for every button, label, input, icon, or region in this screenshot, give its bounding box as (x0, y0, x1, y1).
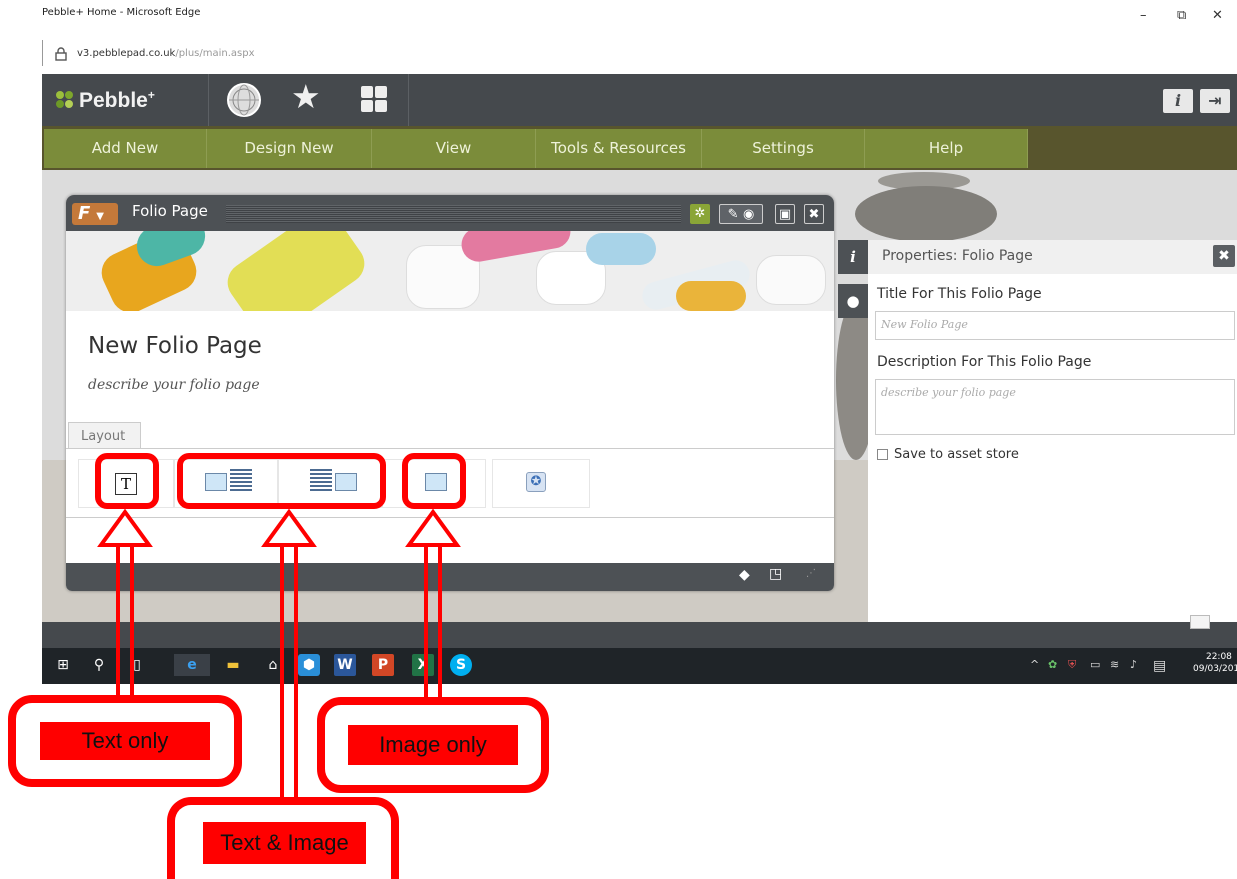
arrowhead-text-and-image (261, 508, 317, 547)
arrow-text-and-image (280, 535, 298, 825)
arrowhead-image-only (405, 508, 461, 547)
arrow-text-only (116, 535, 134, 715)
label-text-only: Text only (40, 722, 210, 760)
label-text-and-image: Text & Image (203, 822, 366, 864)
arrowhead-text-only (97, 508, 153, 547)
arrow-image-only (424, 535, 442, 705)
label-image-only: Image only (348, 725, 518, 765)
